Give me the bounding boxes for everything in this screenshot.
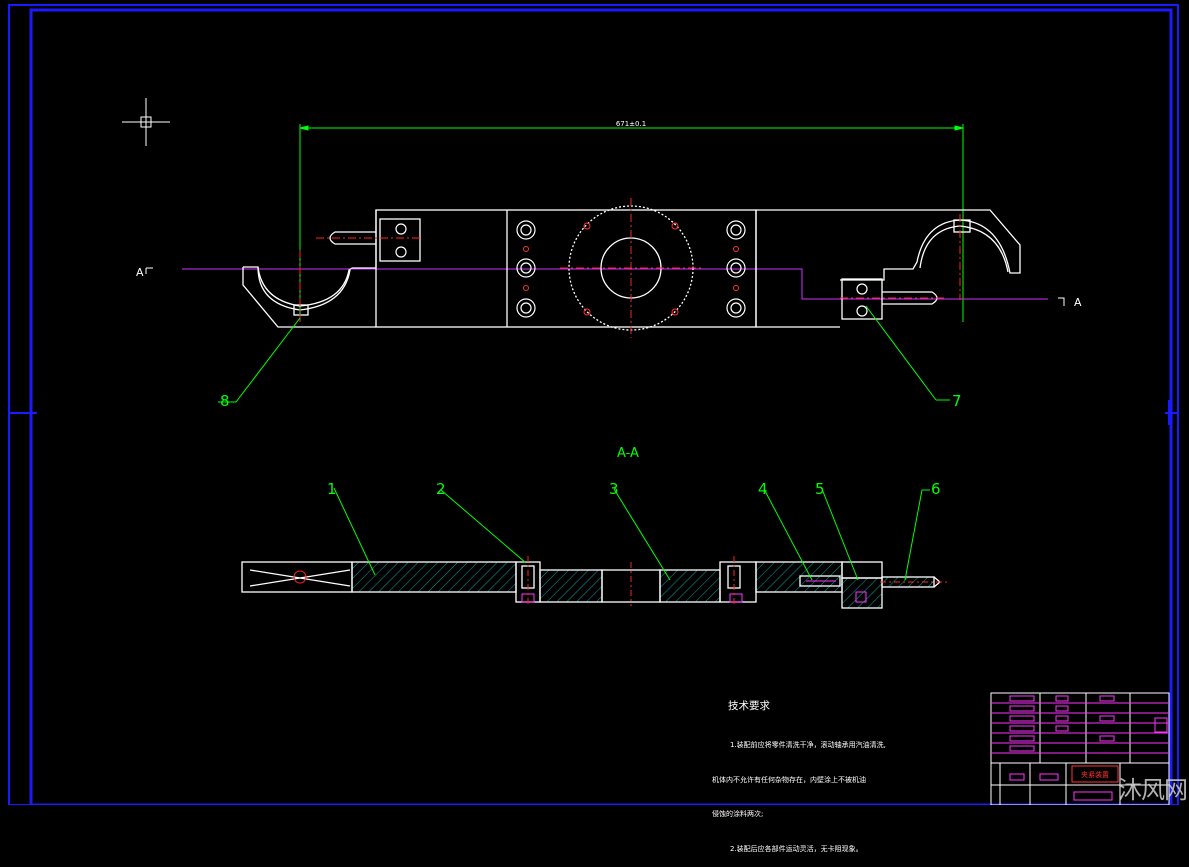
part-label-3: 3: [609, 480, 619, 498]
section-cut-line: [182, 268, 1048, 300]
section-title: A-A: [617, 446, 639, 461]
dimension-671: [299, 124, 964, 322]
part-label-4: 4: [758, 480, 768, 498]
tech-req-line3: 侵蚀的涂料两次;: [712, 810, 764, 818]
dimension-text: 671±0.1: [616, 120, 646, 128]
inner-frame: [29, 8, 1173, 805]
leaders-top: [218, 305, 950, 403]
tech-req-body: 1.装配前应将零件清洗干净，滚动轴承用汽油清洗, 机体内不允许有任何杂物存在，内…: [712, 717, 886, 867]
tech-req-title: 技术要求: [728, 700, 770, 712]
tech-req-line4: 2.装配后应各部件运动灵活，无卡阻现象。: [730, 844, 863, 853]
watermark-logo: 沐风网: [1118, 776, 1188, 804]
part-label-1: 1: [327, 480, 337, 498]
tech-req-line1: 1.装配前应将零件清洗干净，滚动轴承用汽油清洗,: [730, 741, 886, 749]
title-name-text: 夹紧装置: [1081, 770, 1109, 779]
part-label-8: 8: [220, 392, 230, 410]
part-label-7: 7: [952, 392, 962, 410]
part-label-5: 5: [815, 480, 825, 498]
tech-req-line2: 机体内不允许有任何杂物存在，内壁涂上不被机油: [712, 775, 866, 784]
part-label-6: 6: [931, 480, 941, 498]
section-mark-left: A: [136, 266, 144, 279]
crosshair-cursor: [122, 98, 170, 146]
outer-frame: [8, 4, 1179, 805]
section-mark-right: A: [1074, 296, 1082, 309]
cad-drawing: 671±0.1 A A 8 7 A-A 1 2 3 4 5 6 夹紧装置: [8, 4, 1179, 805]
part-label-2: 2: [436, 480, 446, 498]
section-view: [241, 556, 948, 609]
